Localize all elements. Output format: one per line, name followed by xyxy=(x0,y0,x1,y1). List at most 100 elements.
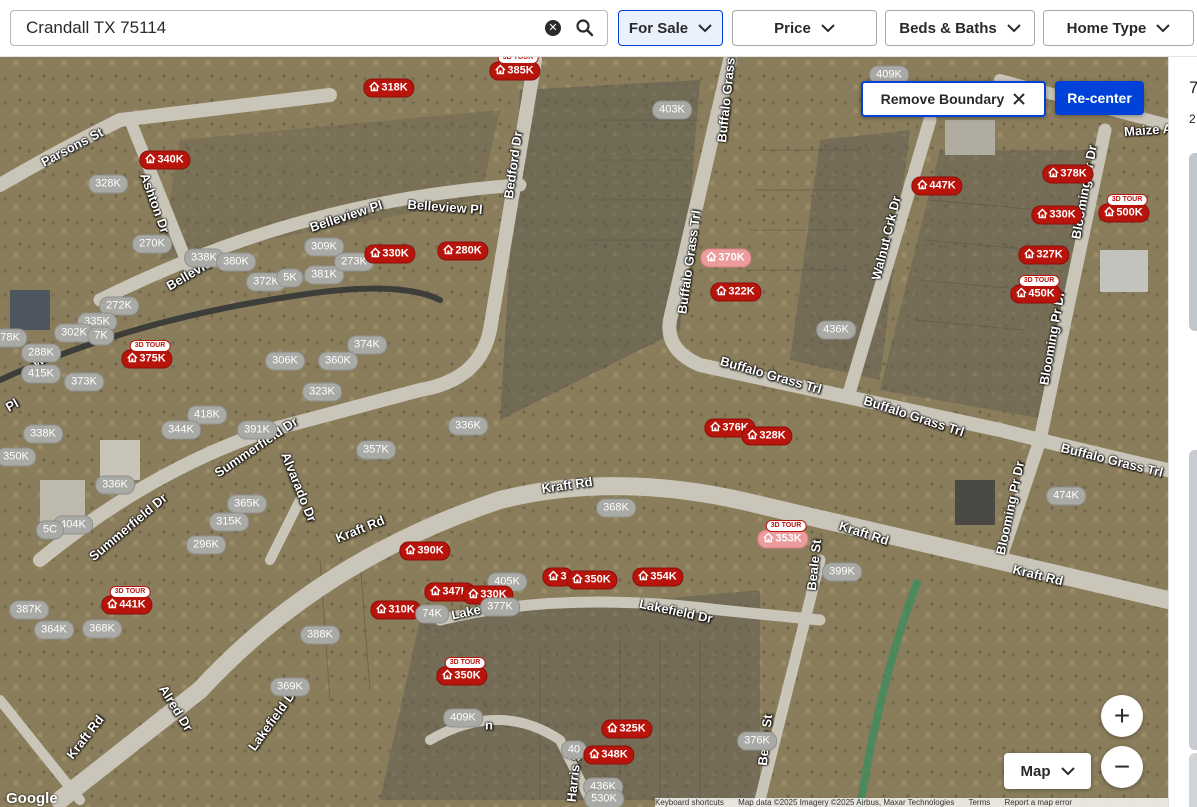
house-icon xyxy=(589,748,600,759)
price-marker[interactable]: 354K xyxy=(632,567,684,587)
price-marker[interactable]: 353K xyxy=(757,529,809,549)
map-canvas[interactable]: Parsons St Ashton Dr Belleview Pl Belleview… xyxy=(0,56,1168,807)
price-marker[interactable]: 368K xyxy=(82,619,122,639)
search-icon[interactable] xyxy=(575,18,595,38)
beds-baths-filter[interactable]: Beds & Baths xyxy=(885,10,1035,46)
listing-card[interactable] xyxy=(1189,153,1197,331)
price-marker[interactable]: 323K xyxy=(302,382,342,402)
price-marker[interactable]: 336K xyxy=(448,416,488,436)
report-error-link[interactable]: Report a map error xyxy=(1004,798,1072,807)
price-marker[interactable]: 328K xyxy=(741,426,793,446)
price-marker[interactable]: 280K xyxy=(437,241,489,261)
price-marker[interactable]: 474K xyxy=(1046,486,1086,506)
price-marker[interactable]: 365K xyxy=(227,494,267,514)
price-marker[interactable]: 330K xyxy=(1031,205,1083,225)
price-marker[interactable]: 360K xyxy=(318,351,358,371)
price-marker[interactable]: 338K xyxy=(23,424,63,444)
price-marker[interactable]: 350K xyxy=(0,447,36,467)
search-box: ✕ xyxy=(10,10,608,46)
price-marker[interactable]: 377K xyxy=(480,597,520,617)
price-marker[interactable]: 344K xyxy=(161,420,201,440)
price-marker[interactable]: 336K xyxy=(95,475,135,495)
price-marker[interactable]: 436K xyxy=(816,320,856,340)
price-label: 309K xyxy=(311,240,337,253)
price-marker[interactable]: 350K xyxy=(436,666,488,686)
price-label: 500K xyxy=(1116,206,1143,219)
price-marker[interactable]: 530K xyxy=(584,789,624,807)
terms-link[interactable]: Terms xyxy=(968,798,990,807)
remove-boundary-button[interactable]: Remove Boundary xyxy=(861,81,1046,117)
price-marker[interactable]: 340K xyxy=(139,150,191,170)
price-marker[interactable]: 403K xyxy=(652,100,692,120)
price-marker[interactable]: 447K xyxy=(911,176,963,196)
price-marker[interactable]: 357K xyxy=(356,440,396,460)
listing-card[interactable] xyxy=(1189,753,1197,807)
house-icon xyxy=(468,588,479,599)
clear-search-icon[interactable]: ✕ xyxy=(545,20,561,36)
price-marker[interactable]: 500K xyxy=(1098,203,1150,223)
price-marker[interactable]: 368K xyxy=(596,498,636,518)
price-label: 354K xyxy=(650,570,677,583)
price-label: 330K xyxy=(382,247,409,260)
price-marker[interactable]: 350K xyxy=(566,570,618,590)
price-label: 325K xyxy=(619,722,646,735)
price-marker[interactable]: 441K xyxy=(101,595,153,615)
price-marker[interactable]: 296K xyxy=(186,535,226,555)
price-label: 368K xyxy=(603,501,629,514)
price-marker[interactable]: 5C xyxy=(35,520,65,540)
price-marker[interactable]: 373K xyxy=(64,372,104,392)
house-icon xyxy=(127,352,138,363)
price-marker[interactable]: 318K xyxy=(363,78,415,98)
price-marker[interactable]: 390K xyxy=(399,541,451,561)
price-label: 336K xyxy=(455,419,481,432)
price-marker[interactable]: 369K xyxy=(270,677,310,697)
price-label: 372K xyxy=(253,275,279,288)
keyboard-shortcuts-link[interactable]: Keyboard shortcuts xyxy=(655,798,724,807)
beds-baths-label: Beds & Baths xyxy=(899,19,997,37)
price-marker[interactable]: 327K xyxy=(1018,245,1070,265)
price-marker[interactable]: 74K xyxy=(415,604,449,624)
3d-tour-badge: 3D TOUR xyxy=(129,340,171,352)
zoom-in-button[interactable]: + xyxy=(1101,695,1143,737)
price-marker[interactable]: 378K xyxy=(1042,164,1094,184)
price-label: 399K xyxy=(829,565,855,578)
price-marker[interactable]: 5K xyxy=(276,268,304,288)
price-marker[interactable]: 310K xyxy=(370,600,422,620)
price-marker[interactable]: 376K xyxy=(737,731,777,751)
home-type-filter[interactable]: Home Type xyxy=(1043,10,1194,46)
price-marker[interactable]: 364K xyxy=(34,620,74,640)
price-marker[interactable]: 78K xyxy=(0,328,27,348)
price-marker[interactable]: 325K xyxy=(601,719,653,739)
price-marker[interactable]: 380K xyxy=(216,252,256,272)
price-marker[interactable]: 399K xyxy=(822,562,862,582)
price-marker[interactable]: 409K xyxy=(443,708,483,728)
price-marker[interactable]: 391K xyxy=(237,420,277,440)
price-marker[interactable]: 375K xyxy=(121,349,173,369)
price-marker[interactable]: 415K xyxy=(21,364,61,384)
listing-card[interactable] xyxy=(1189,450,1197,750)
price-marker[interactable]: 306K xyxy=(265,351,305,371)
price-label: 328K xyxy=(95,177,121,190)
price-marker[interactable]: 388K xyxy=(300,625,340,645)
map-type-button[interactable]: Map xyxy=(1004,753,1091,789)
price-marker[interactable]: 270K xyxy=(132,234,172,254)
price-filter[interactable]: Price xyxy=(732,10,877,46)
price-marker[interactable]: 330K xyxy=(364,244,416,264)
zoom-out-button[interactable]: − xyxy=(1101,746,1143,788)
price-marker[interactable]: 450K xyxy=(1010,284,1062,304)
price-marker[interactable]: 7K xyxy=(87,326,115,346)
price-marker[interactable]: 385K xyxy=(489,61,541,81)
price-marker[interactable]: 348K xyxy=(583,745,635,765)
results-count-fragment: 7 xyxy=(1189,78,1197,98)
price-label: 78K xyxy=(0,331,20,344)
recenter-button[interactable]: Re-center xyxy=(1055,81,1144,115)
price-marker[interactable]: 370K xyxy=(700,248,752,268)
for-sale-filter[interactable]: For Sale xyxy=(618,10,723,46)
search-input[interactable] xyxy=(11,12,545,44)
price-marker[interactable]: 322K xyxy=(710,282,762,302)
price-marker[interactable]: 328K xyxy=(88,174,128,194)
price-label: 273K xyxy=(341,255,367,268)
price-marker[interactable]: 315K xyxy=(209,512,249,532)
price-marker[interactable]: 288K xyxy=(21,343,61,363)
price-marker[interactable]: 387K xyxy=(9,600,49,620)
